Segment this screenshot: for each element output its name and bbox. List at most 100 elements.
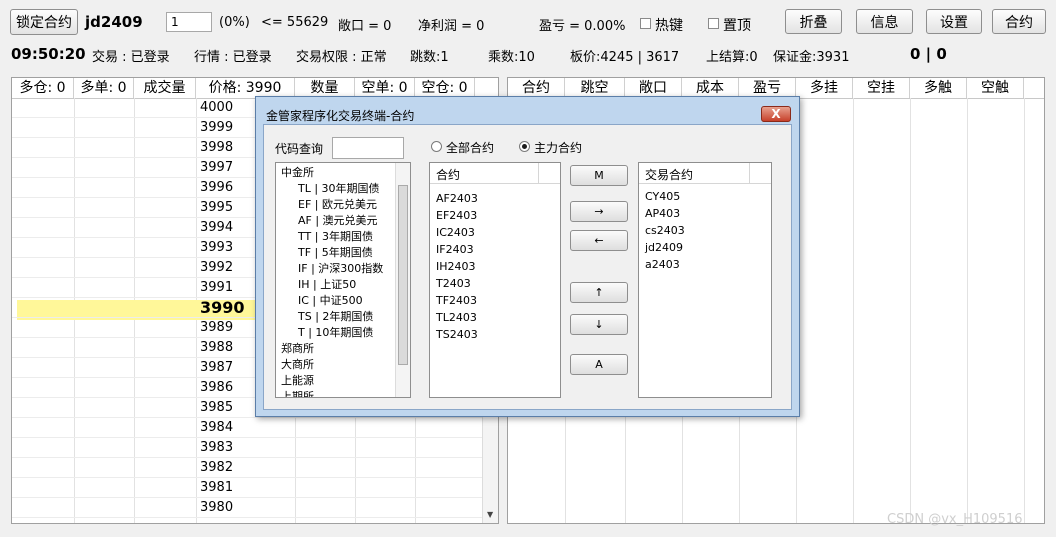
ladder-price[interactable]: 3984 (196, 418, 260, 438)
dialog-title: 金管家程序化交易终端-合约 (266, 109, 415, 123)
trade-list-header: 交易合约 (645, 168, 694, 182)
hotkey-checkbox[interactable] (640, 18, 651, 29)
tree-child-item[interactable]: TL | 30年期国债 (298, 181, 380, 197)
scroll-down-icon[interactable]: ▼ (487, 510, 493, 519)
top-label: 置顶 (723, 18, 751, 34)
trade-rights: 交易权限 : 正常 (296, 50, 387, 65)
ladder-price[interactable]: 3986 (196, 378, 260, 398)
limit-text: <= 55629 (261, 15, 329, 30)
trade-contract-item[interactable]: jd2409 (645, 239, 683, 256)
ladder-price[interactable]: 3982 (196, 458, 260, 478)
score-readout: 0 | 0 (910, 45, 947, 63)
ladder-price[interactable]: 3985 (196, 398, 260, 418)
radio-main-contracts[interactable] (519, 141, 530, 152)
contract-item[interactable]: TF2403 (436, 292, 477, 309)
tree-child-item[interactable]: TF | 5年期国债 (298, 245, 373, 261)
open-position-text: 敞口 = 0 (338, 19, 392, 34)
a-button[interactable]: A (570, 354, 628, 375)
header-short-position: 空仓: 0 (415, 78, 475, 98)
header-short-orders: 空单: 0 (355, 78, 415, 98)
header-pnl: 盈亏 (739, 78, 796, 98)
contract-item[interactable]: T2403 (436, 275, 471, 292)
header-cost: 成本 (682, 78, 739, 98)
info-button[interactable]: 信息 (856, 9, 913, 34)
ladder-price[interactable]: 3992 (196, 258, 260, 278)
tree-scrollbar[interactable] (395, 163, 410, 397)
tree-child-item[interactable]: IH | 上证50 (298, 277, 356, 293)
ladder-price[interactable]: 3987 (196, 358, 260, 378)
contract-item[interactable]: IH2403 (436, 258, 476, 275)
tree-exchange-item[interactable]: 大商所 (281, 357, 314, 373)
ladder-price[interactable]: 3983 (196, 438, 260, 458)
contract-item[interactable]: IF2403 (436, 241, 474, 258)
ladder-price[interactable]: 3980 (196, 498, 260, 518)
tree-exchange-item[interactable]: 上期所 (281, 389, 314, 397)
fold-button[interactable]: 折叠 (785, 9, 842, 34)
trade-status: 交易 : 已登录 (92, 50, 170, 65)
dialog-body: 代码查询 全部合约 主力合约 中金所 TL | 30年期国债 EF | 欧元兑美元… (263, 124, 792, 410)
tree-child-item[interactable]: EF | 欧元兑美元 (298, 197, 377, 213)
trade-contract-item[interactable]: CY405 (645, 188, 680, 205)
move-left-button[interactable]: ← (570, 230, 628, 251)
ladder-price[interactable]: 3995 (196, 198, 260, 218)
search-input[interactable] (332, 137, 404, 159)
ladder-price[interactable]: 3998 (196, 138, 260, 158)
tree-child-item[interactable]: AF | 澳元兑美元 (298, 213, 378, 229)
ladder-price[interactable]: 3999 (196, 118, 260, 138)
contract-dialog: 金管家程序化交易终端-合约 X 代码查询 全部合约 主力合约 中金所 TL | … (255, 96, 800, 417)
tree-child-item[interactable]: TS | 2年期国债 (298, 309, 373, 325)
trade-contract-item[interactable]: AP403 (645, 205, 680, 222)
top-checkbox[interactable] (708, 18, 719, 29)
tree-child-item[interactable]: TT | 3年期国债 (298, 229, 373, 245)
contract-item[interactable]: TL2403 (436, 309, 477, 326)
contract-item[interactable]: TS2403 (436, 326, 478, 343)
tree-child-item[interactable]: IC | 中证500 (298, 293, 363, 309)
ladder-price[interactable]: 4000 (196, 98, 260, 118)
tree-exchange-item[interactable]: 郑商所 (281, 341, 314, 357)
move-down-button[interactable]: ↓ (570, 314, 628, 335)
ladder-price[interactable]: 3989 (196, 318, 260, 338)
jump-count: 跳数:1 (410, 50, 449, 65)
contract-item[interactable]: AF2403 (436, 190, 478, 207)
settings-button[interactable]: 设置 (926, 9, 982, 34)
ladder-price[interactable]: 3990 (196, 298, 260, 318)
move-right-button[interactable]: → (570, 201, 628, 222)
net-profit-text: 净利润 = 0 (418, 19, 485, 34)
lock-contract-button[interactable]: 锁定合约 (10, 9, 78, 35)
header-long-trigger: 多触 (910, 78, 967, 98)
header-quantity: 数量 (295, 78, 355, 98)
pnl-text: 盈亏 = 0.00% (539, 19, 626, 34)
trade-contract-item[interactable]: cs2403 (645, 222, 685, 239)
trade-contract-item[interactable]: a2403 (645, 256, 680, 273)
header-price: 价格: 3990 (196, 78, 295, 98)
contract-button[interactable]: 合约 (992, 9, 1046, 34)
ladder-price[interactable]: 3997 (196, 158, 260, 178)
m-button[interactable]: M (570, 165, 628, 186)
header-volume: 成交量 (134, 78, 196, 98)
quote-status: 行情 : 已登录 (194, 50, 272, 65)
ladder-price[interactable]: 3994 (196, 218, 260, 238)
contract-item[interactable]: IC2403 (436, 224, 475, 241)
trade-contract-list[interactable]: 交易合约 CY405 AP403 cs2403 jd2409 a2403 (638, 162, 772, 398)
radio-all-contracts[interactable] (431, 141, 442, 152)
ladder-price[interactable]: 3981 (196, 478, 260, 498)
header-short-pending: 空挂 (853, 78, 910, 98)
contract-item[interactable]: EF2403 (436, 207, 477, 224)
board-price: 板价:4245 | 3617 (570, 50, 680, 65)
ladder-price[interactable]: 3988 (196, 338, 260, 358)
contract-list-header: 合约 (436, 168, 461, 182)
tree-child-item[interactable]: IF | 沪深300指数 (298, 261, 383, 277)
quantity-input[interactable] (166, 12, 212, 32)
close-icon[interactable]: X (761, 106, 791, 122)
tree-root[interactable]: 中金所 (281, 165, 314, 181)
ladder-price[interactable]: 3993 (196, 238, 260, 258)
tree-child-item[interactable]: T | 10年期国债 (298, 325, 373, 341)
ladder-price[interactable]: 3996 (196, 178, 260, 198)
ladder-price[interactable]: 3991 (196, 278, 260, 298)
contract-list[interactable]: 合约 AF2403 EF2403 IC2403 IF2403 IH2403 T2403 TF… (429, 162, 561, 398)
exchange-tree[interactable]: 中金所 TL | 30年期国债 EF | 欧元兑美元 AF | 澳元兑美元 TT | … (275, 162, 411, 398)
tree-exchange-item[interactable]: 上能源 (281, 373, 314, 389)
move-up-button[interactable]: ↑ (570, 282, 628, 303)
tree-scroll-thumb[interactable] (398, 185, 408, 365)
last-settle: 上结算:0 (706, 50, 758, 65)
